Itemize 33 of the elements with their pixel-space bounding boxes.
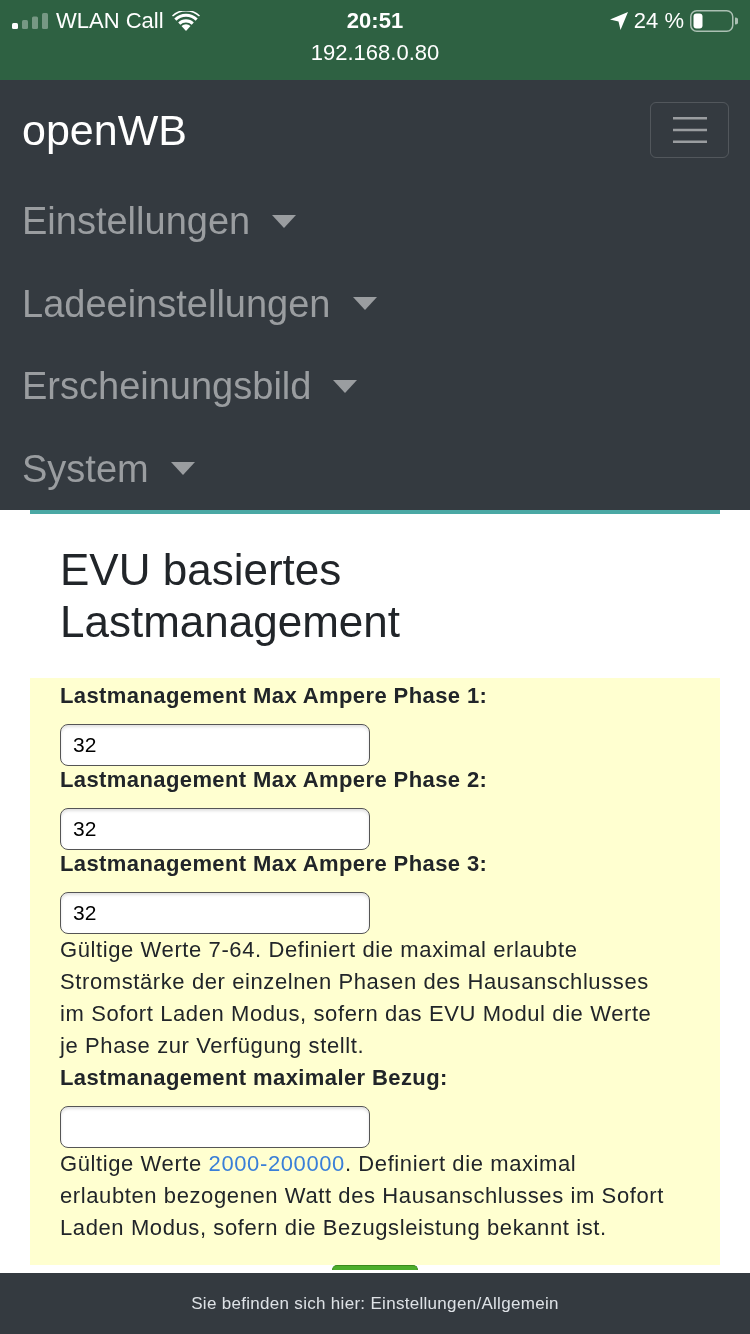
page-address: 192.168.0.80 — [310, 42, 440, 64]
caret-icon — [272, 214, 297, 228]
nav-dropdown-link[interactable]: Einstellungen — [22, 180, 297, 263]
help-text: Gültige Werte 2000-200000. Definiert die maximal erlaubten bezogenen Watt des Hausanschlusses im Sofort Laden Modus, sofern die Bezugsleistung bekannt ist. — [60, 1150, 665, 1242]
section-heading: EVU basiertes Lastmanagement — [60, 544, 401, 648]
value-range-link[interactable]: 2000-200000 — [208, 1151, 345, 1176]
field-label: Lastmanagement Max Ampere Phase 2: — [60, 766, 489, 794]
battery-icon — [690, 10, 738, 32]
caret-icon — [170, 462, 195, 476]
nav-dropdown-link[interactable]: Ladeeinstellungen — [22, 262, 377, 345]
caret-icon — [333, 379, 358, 393]
field-label: Lastmanagement maximaler Bezug: — [60, 1064, 449, 1092]
help-text: Gültige Werte 7-64. Definiert die maximal erlaubte Stromstärke der einzelnen Phasen des Hausanschlusses im Sofort Laden Modus, sofern das EVU Modul die Werte je Phase zur Verfügung stellt. — [60, 936, 653, 1060]
field-label: Lastmanagement Max Ampere Phase 1: — [60, 682, 489, 710]
input-field[interactable]: 32 — [60, 808, 370, 850]
brand-link[interactable]: openWB — [22, 108, 187, 152]
battery-percentage: 24 % — [633, 10, 684, 32]
nav-dropdown-link[interactable]: Erscheinungsbild — [22, 345, 358, 428]
signal-icon — [12, 13, 48, 29]
menu-icon — [672, 117, 707, 143]
breadcrumb-text: Sie befinden sich hier: Einstellungen/Allgemein — [191, 1292, 559, 1315]
menu-button[interactable] — [650, 102, 729, 158]
caret-icon — [352, 297, 377, 311]
location-arrow-icon — [609, 12, 628, 30]
input-field[interactable] — [60, 1106, 370, 1148]
input-field[interactable]: 32 — [60, 724, 370, 766]
input-field[interactable]: 32 — [60, 892, 370, 934]
carrier-name: WLAN Call — [56, 10, 164, 32]
field-label: Lastmanagement Max Ampere Phase 3: — [60, 850, 489, 878]
partially-hidden-button[interactable] — [332, 1265, 418, 1270]
wifi-icon — [171, 11, 200, 31]
clock-time: 20:51 — [346, 10, 404, 32]
nav-dropdown-link[interactable]: System — [22, 427, 195, 510]
